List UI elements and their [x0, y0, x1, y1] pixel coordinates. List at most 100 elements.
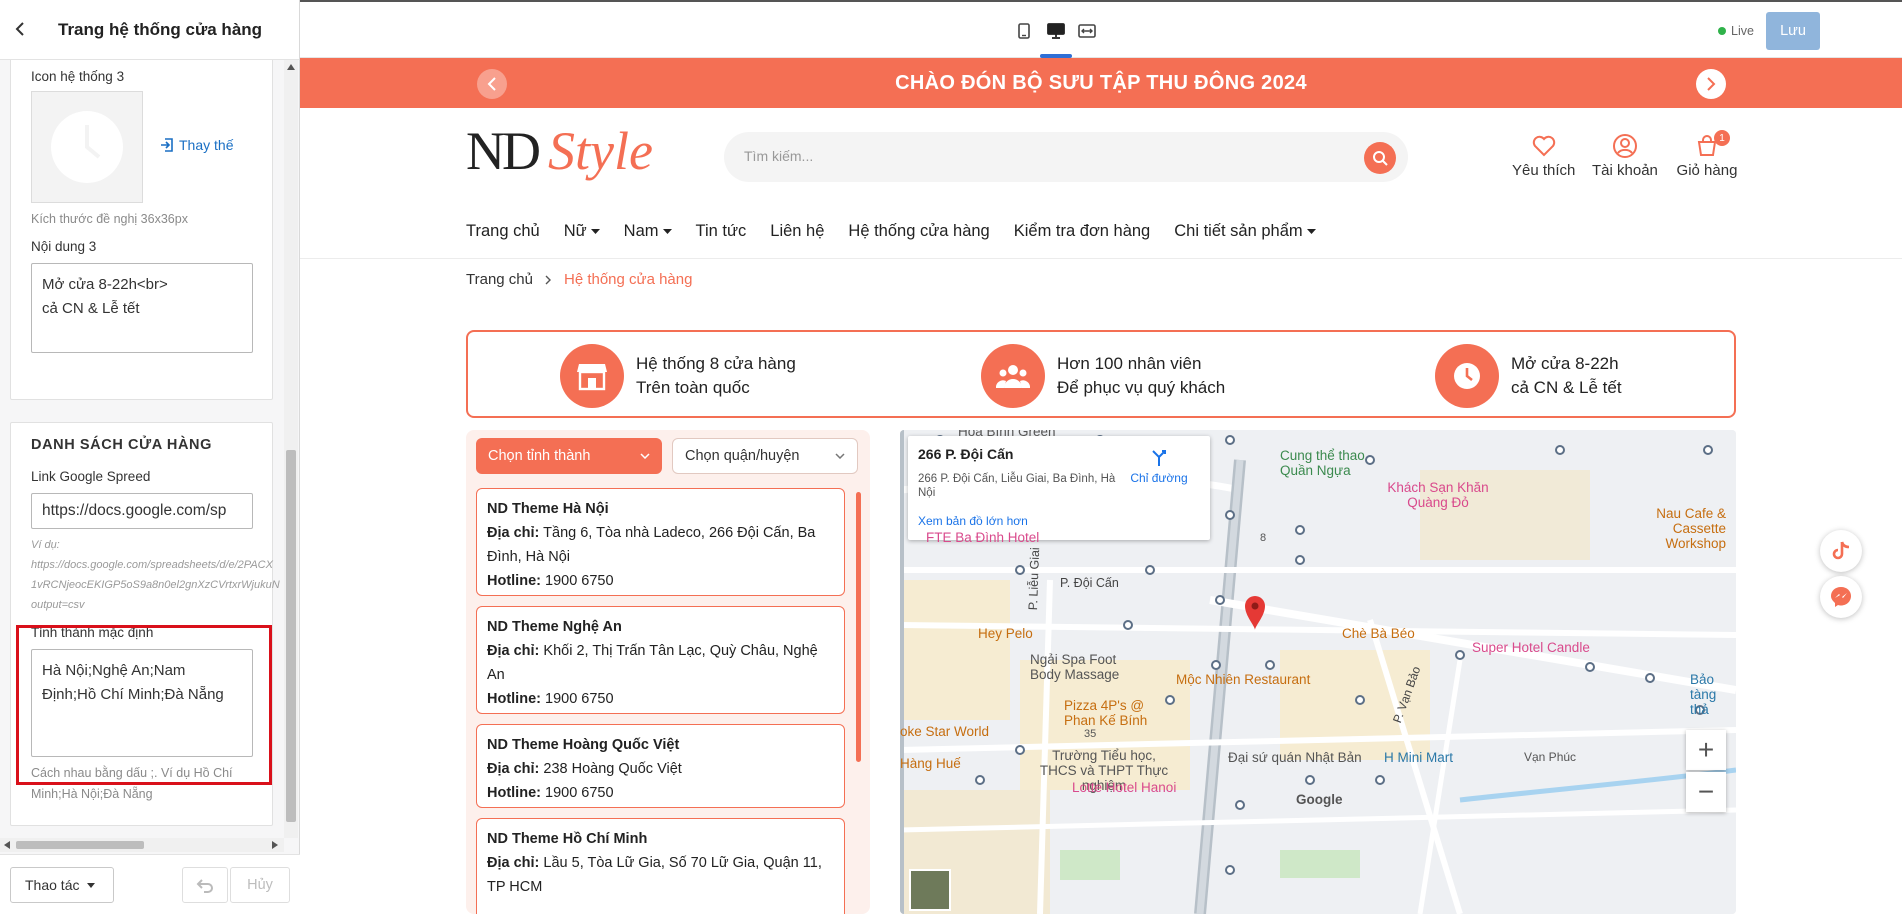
- wishlist-link[interactable]: Yêu thích: [1512, 130, 1575, 179]
- nav-item-contact[interactable]: Liên hệ: [770, 222, 824, 241]
- breadcrumb-current: Hệ thống cửa hàng: [563, 271, 693, 288]
- editor-footer: Thao tác Hủy: [0, 854, 300, 914]
- store-card[interactable]: ND Theme Hoàng Quốc Việt Địa chỉ: 238 Ho…: [476, 724, 845, 808]
- announcement-next-button[interactable]: [1696, 69, 1726, 99]
- live-dot-icon: [1718, 27, 1726, 35]
- store-card[interactable]: ND Theme Hà Nội Địa chỉ: Tầng 6, Tòa nhà…: [476, 488, 845, 596]
- actions-dropdown-button[interactable]: Thao tác: [10, 867, 114, 903]
- back-arrow-icon[interactable]: [14, 17, 42, 43]
- site-logo[interactable]: ND Style: [466, 120, 653, 182]
- store-card[interactable]: ND Theme Nghệ An Địa chỉ: Khối 2, Thị Tr…: [476, 606, 845, 714]
- fullwidth-view-icon[interactable]: [1076, 20, 1098, 42]
- nav-label: Liên hệ: [770, 222, 825, 240]
- map-label: Bảo tàng thả: [1690, 672, 1717, 717]
- caret-down-icon: [87, 882, 96, 888]
- map-label: Lotte Hotel Hanoi: [1072, 780, 1177, 795]
- nav-item-men[interactable]: Nam: [624, 222, 672, 241]
- editor-horizontal-scrollbar[interactable]: [0, 838, 284, 852]
- store-name: ND Theme Hồ Chí Minh: [487, 831, 648, 847]
- nav-label: Chi tiết sản phẩm: [1174, 222, 1303, 240]
- nav-item-order-check[interactable]: Kiểm tra đơn hàng: [1014, 222, 1150, 241]
- map-label: P. Liễu Giai: [1026, 547, 1043, 611]
- map-label: 8: [1260, 532, 1267, 544]
- desktop-view-icon[interactable]: [1045, 20, 1067, 42]
- scrollbar-thumb[interactable]: [286, 450, 296, 822]
- address-label: Địa chỉ:: [487, 761, 540, 777]
- store-list-scrollbar[interactable]: [856, 492, 861, 762]
- editor-vertical-scrollbar[interactable]: [284, 60, 298, 838]
- wishlist-label: Yêu thích: [1512, 162, 1576, 179]
- nav-item-women[interactable]: Nữ: [564, 222, 600, 241]
- sheet-link-label: Link Google Spreed: [31, 469, 151, 484]
- icon3-preview[interactable]: [31, 91, 143, 203]
- example-line: Ví dụ:: [31, 539, 60, 551]
- content3-label: Nội dung 3: [31, 239, 97, 254]
- announcement-bar: CHÀO ĐÓN BỘ SƯU TẬP THU ĐÔNG 2024: [300, 58, 1902, 108]
- store-map[interactable]: 266 P. Đội Cấn 266 P. Đội Cấn, Liễu Giai…: [900, 430, 1736, 914]
- store-name: ND Theme Hà Nội: [487, 501, 609, 517]
- mobile-view-icon[interactable]: [1013, 20, 1035, 42]
- caret-down-icon: [590, 229, 600, 234]
- map-zoom-out-button[interactable]: −: [1686, 772, 1726, 812]
- nav-item-store-system[interactable]: Hệ thống cửa hàng: [848, 222, 989, 241]
- nav-item-product-detail[interactable]: Chi tiết sản phẩm: [1174, 222, 1316, 241]
- store-name: ND Theme Nghệ An: [487, 619, 622, 635]
- announcement-text: CHÀO ĐÓN BỘ SƯU TẬP THU ĐÔNG 2024: [895, 72, 1307, 94]
- map-place-address: 266 P. Đội Cấn, Liễu Giai, Ba Đình, Hà N…: [918, 473, 1116, 499]
- example-line: https://docs.google.com/spreadsheets/d/e…: [31, 559, 273, 571]
- feature-line1: Hơn 100 nhân viên: [1057, 354, 1202, 373]
- address-label: Địa chỉ:: [487, 855, 540, 871]
- district-select[interactable]: Chọn quận/huyện: [672, 438, 858, 474]
- nav-item-news[interactable]: Tin tức: [696, 222, 747, 241]
- editor-title: Trang hệ thống cửa hàng: [58, 19, 263, 39]
- messenger-button[interactable]: [1820, 576, 1862, 618]
- nav-label: Nam: [623, 222, 659, 240]
- feature-line2: cả CN & Lễ tết: [1511, 378, 1622, 397]
- chevron-down-icon: [640, 453, 650, 459]
- view-larger-map-link[interactable]: Xem bản đồ lớn hơn: [918, 514, 1028, 528]
- province-select[interactable]: Chọn tỉnh thành: [476, 438, 662, 474]
- account-link[interactable]: Tài khoản: [1592, 130, 1658, 179]
- editor-topbar: Live Lưu: [300, 0, 1902, 58]
- map-info-card: 266 P. Đội Cấn 266 P. Đội Cấn, Liễu Giai…: [908, 436, 1210, 540]
- account-label: Tài khoản: [1592, 162, 1658, 179]
- hotline-label: Hotline:: [487, 573, 541, 589]
- scroll-right-icon: [272, 841, 278, 849]
- nav-label: Trang chủ: [466, 222, 540, 240]
- directions-link[interactable]: Chỉ đường: [1124, 448, 1194, 485]
- save-button[interactable]: Lưu: [1766, 12, 1820, 50]
- map-label: Super Hotel Candle: [1472, 640, 1590, 655]
- search-bar[interactable]: Tìm kiếm...: [724, 132, 1408, 182]
- store-hotline: 1900 6750: [545, 573, 614, 589]
- feature-line2: Để phục vụ quý khách: [1057, 378, 1226, 397]
- content3-textarea[interactable]: Mở cửa 8-22h<br> cả CN & Lễ tết: [31, 263, 253, 353]
- cancel-button[interactable]: Hủy: [230, 867, 290, 903]
- highlight-frame: [16, 625, 272, 785]
- undo-button[interactable]: [182, 867, 228, 903]
- search-icon: [1373, 151, 1388, 166]
- feature-stores: Hệ thống 8 cửa hàng Trên toàn quốc: [560, 344, 796, 408]
- scrollbar-thumb[interactable]: [16, 841, 144, 849]
- breadcrumb-home[interactable]: Trang chủ: [466, 271, 533, 288]
- tiktok-button[interactable]: [1820, 530, 1862, 572]
- replace-label: Thay thế: [179, 137, 234, 153]
- map-label: Vạn Phúc: [1524, 750, 1577, 764]
- map-zoom-in-button[interactable]: +: [1686, 730, 1726, 770]
- map-label: Ngải Spa Foot Body Massage: [1030, 652, 1120, 682]
- map-label: Google: [1296, 792, 1343, 807]
- store-card[interactable]: ND Theme Hồ Chí Minh Địa chỉ: Lầu 5, Tòa…: [476, 818, 845, 914]
- nav-item-home[interactable]: Trang chủ: [466, 222, 540, 241]
- search-button[interactable]: [1364, 142, 1396, 174]
- sheet-link-input[interactable]: https://docs.google.com/sp: [31, 493, 253, 529]
- cart-link[interactable]: 1 Giỏ hàng: [1676, 130, 1738, 179]
- store-address: 238 Hoàng Quốc Việt: [543, 761, 682, 777]
- map-label: Chè Bà Béo: [1342, 626, 1415, 641]
- map-label: Khách Sạn Khăn Quàng Đỏ: [1387, 480, 1489, 510]
- directions-label: Chỉ đường: [1130, 471, 1188, 485]
- logo-nd: ND: [466, 121, 541, 181]
- replace-icon-link[interactable]: Thay thế: [159, 137, 233, 153]
- address-label: Địa chỉ:: [487, 525, 540, 541]
- editor-header: Trang hệ thống cửa hàng: [0, 0, 299, 60]
- cart-label: Giỏ hàng: [1676, 162, 1738, 179]
- map-label: 35: [1084, 728, 1097, 740]
